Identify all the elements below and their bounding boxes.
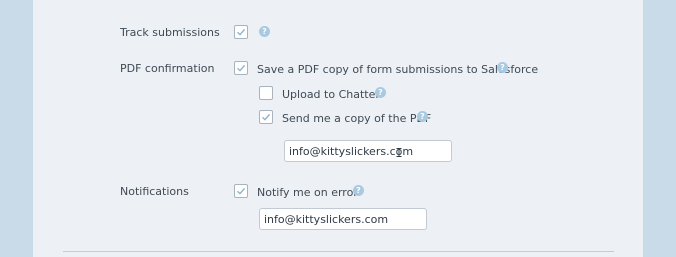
check-icon bbox=[237, 28, 246, 36]
track-submissions-checkbox[interactable] bbox=[234, 25, 248, 39]
send-copy-help-icon[interactable]: ? bbox=[417, 111, 428, 122]
text-cursor-icon bbox=[396, 148, 402, 157]
save-pdf-text: Save a PDF copy of form submissions to S… bbox=[257, 63, 539, 76]
section-divider bbox=[63, 251, 614, 252]
check-icon bbox=[237, 187, 246, 195]
notify-email-input[interactable] bbox=[259, 208, 427, 230]
upload-chatter-checkbox[interactable] bbox=[259, 86, 273, 100]
save-pdf-checkbox[interactable] bbox=[234, 61, 248, 75]
track-submissions-label: Track submissions bbox=[120, 26, 220, 39]
send-copy-text: Send me a copy of the PDF bbox=[282, 112, 432, 125]
check-icon bbox=[237, 64, 246, 72]
notify-error-text: Notify me on error bbox=[257, 186, 358, 199]
upload-chatter-help-icon[interactable]: ? bbox=[375, 87, 386, 98]
pdf-email-input[interactable] bbox=[284, 140, 452, 162]
track-submissions-help-icon[interactable]: ? bbox=[259, 26, 270, 37]
notifications-label: Notifications bbox=[120, 185, 189, 198]
upload-chatter-text: Upload to Chatter bbox=[282, 88, 380, 101]
send-copy-checkbox[interactable] bbox=[259, 110, 273, 124]
notify-error-help-icon[interactable]: ? bbox=[353, 185, 364, 196]
check-icon bbox=[262, 113, 271, 121]
save-pdf-help-icon[interactable]: ? bbox=[497, 62, 508, 73]
pdf-confirmation-label: PDF confirmation bbox=[120, 62, 215, 75]
notify-error-checkbox[interactable] bbox=[234, 184, 248, 198]
